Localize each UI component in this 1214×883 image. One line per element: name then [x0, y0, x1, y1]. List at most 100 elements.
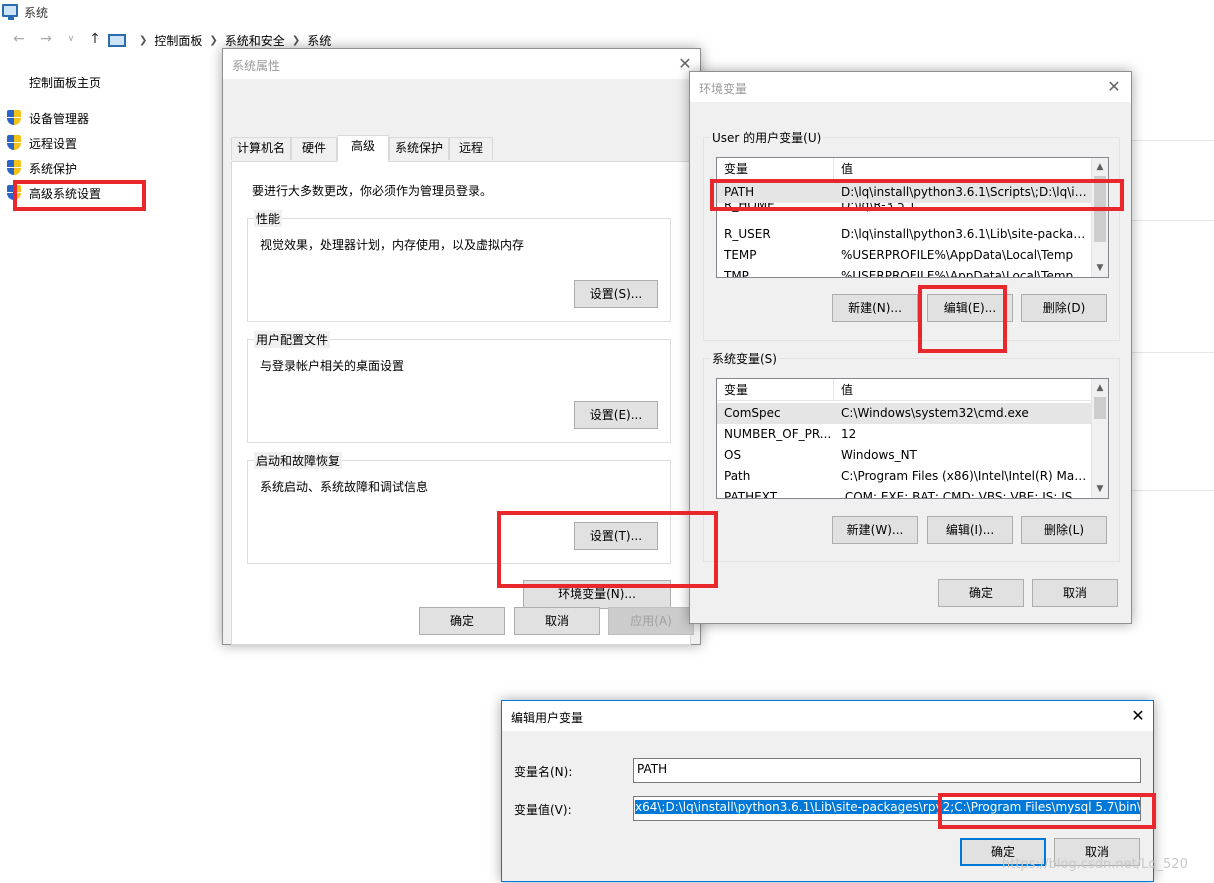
startup-recovery-group: 启动和故障恢复 系统启动、系统故障和调试信息 设置(T)...	[247, 452, 671, 564]
tab-remote[interactable]: 远程	[449, 137, 493, 160]
ok-button[interactable]: 确定	[938, 579, 1024, 607]
dialog-title: 编辑用户变量	[511, 711, 584, 725]
row-variable-value: .COM;.EXE;.BAT;.CMD;.VBS;.VBE;.JS;.JSE;.…	[841, 490, 1091, 499]
scroll-down-icon[interactable]: ▼	[1092, 481, 1108, 497]
nav-device-manager[interactable]: 设备管理器	[6, 108, 89, 128]
dialog-titlebar: 环境变量 ✕	[690, 72, 1131, 102]
performance-group: 性能 视觉效果，处理器计划，内存使用，以及虚拟内存 设置(S)...	[247, 210, 671, 322]
tab-hardware[interactable]: 硬件	[291, 137, 337, 160]
cancel-button[interactable]: 取消	[514, 607, 600, 635]
cancel-button[interactable]: 取消	[1032, 579, 1118, 607]
divider	[1132, 140, 1214, 141]
dialog-titlebar: 系统属性 ✕	[223, 49, 700, 79]
vertical-scrollbar[interactable]: ▲ ▼	[1091, 379, 1108, 498]
back-arrow-icon[interactable]: ←	[10, 30, 28, 48]
environment-variables-button[interactable]: 环境变量(N)...	[523, 580, 671, 609]
divider	[1132, 352, 1214, 353]
tab-computer-name[interactable]: 计算机名	[231, 137, 291, 160]
user-new-button[interactable]: 新建(N)...	[832, 294, 918, 322]
nav-remote-settings[interactable]: 远程设置	[6, 133, 77, 153]
system-variables-list[interactable]: 变量 值 ComSpec C:\Windows\system32\cmd.exe…	[716, 378, 1109, 499]
close-icon[interactable]: ✕	[1105, 78, 1123, 96]
breadcrumb-control-panel[interactable]: 控制面板	[154, 32, 202, 49]
tab-system-protection[interactable]: 系统保护	[389, 137, 449, 160]
column-header-variable[interactable]: 变量	[717, 158, 834, 179]
user-variables-list[interactable]: 变量 值 PATH D:\lq\install\python3.6.1\Scri…	[716, 157, 1109, 278]
computer-icon	[108, 33, 126, 47]
table-row[interactable]: R_USER D:\lq\install\python3.6.1\Lib\sit…	[717, 224, 1091, 245]
group-title: User 的用户变量(U)	[710, 129, 824, 146]
column-header-value[interactable]: 值	[834, 158, 1091, 179]
table-row[interactable]: ComSpec C:\Windows\system32\cmd.exe	[717, 403, 1091, 424]
shield-icon	[6, 160, 22, 176]
user-variables-group: User 的用户变量(U) 变量 值 PATH D:\lq\install\py…	[703, 129, 1120, 341]
control-panel-home-link[interactable]: 控制面板主页	[29, 74, 101, 91]
window-title: 系统	[24, 6, 49, 20]
column-header-variable[interactable]: 变量	[717, 379, 834, 400]
apply-button[interactable]: 应用(A)	[608, 607, 694, 635]
row-variable-name: OS	[724, 448, 742, 462]
breadcrumb: ❯ 控制面板 ❯ 系统和安全 ❯ 系统	[108, 30, 331, 50]
column-header-value[interactable]: 值	[834, 379, 1091, 400]
row-variable-name: Path	[724, 469, 751, 483]
row-variable-value: 12	[841, 427, 857, 441]
row-variable-name: PATH	[724, 185, 755, 199]
nav-system-protection[interactable]: 系统保护	[6, 158, 77, 178]
system-new-button[interactable]: 新建(W)...	[832, 516, 918, 544]
system-delete-button[interactable]: 删除(L)	[1021, 516, 1107, 544]
nav-label: 设备管理器	[29, 111, 90, 126]
table-row[interactable]: OS Windows_NT	[717, 445, 1091, 466]
system-variables-group: 系统变量(S) 变量 值 ComSpec C:\Windows\system32…	[703, 350, 1120, 562]
table-row[interactable]: R_HOME D:\lq\R-3.5.1	[717, 203, 1091, 214]
group-title: 启动和故障恢复	[254, 452, 343, 469]
variable-value-label: 变量值(V):	[514, 803, 572, 817]
table-row[interactable]: PATH D:\lq\install\python3.6.1\Scripts\;…	[717, 182, 1091, 203]
group-title: 性能	[254, 210, 283, 227]
performance-settings-button[interactable]: 设置(S)...	[574, 280, 658, 308]
nav-advanced-settings[interactable]: 高级系统设置	[6, 183, 101, 203]
system-edit-button[interactable]: 编辑(I)...	[927, 516, 1013, 544]
close-icon[interactable]: ✕	[1129, 707, 1147, 725]
table-row[interactable]: Path C:\Program Files (x86)\Intel\Intel(…	[717, 466, 1091, 487]
shield-icon	[6, 110, 22, 126]
group-description: 视觉效果，处理器计划，内存使用，以及虚拟内存	[260, 238, 525, 252]
user-profiles-settings-button[interactable]: 设置(E)...	[574, 401, 658, 429]
scroll-thumb[interactable]	[1094, 397, 1106, 419]
breadcrumb-system[interactable]: 系统	[307, 32, 331, 49]
table-row[interactable]: PATHEXT .COM;.EXE;.BAT;.CMD;.VBS;.VBE;.J…	[717, 487, 1091, 499]
table-row[interactable]: TMP %USERPROFILE%\AppData\Local\Temp	[717, 266, 1091, 277]
variable-name-field[interactable]: PATH	[633, 758, 1141, 783]
scroll-up-icon[interactable]: ▲	[1092, 380, 1108, 396]
edit-user-variable-dialog: 编辑用户变量 ✕ 变量名(N): PATH 变量值(V): x64\;D:\lq…	[501, 700, 1154, 882]
user-delete-button[interactable]: 删除(D)	[1021, 294, 1107, 322]
row-variable-value: Windows_NT	[841, 448, 917, 462]
forward-arrow-icon[interactable]: →	[37, 30, 55, 48]
admin-note: 要进行大多数更改，你必须作为管理员登录。	[252, 184, 493, 198]
user-edit-button[interactable]: 编辑(E)...	[927, 294, 1013, 322]
table-row[interactable]: TEMP %USERPROFILE%\AppData\Local\Temp	[717, 245, 1091, 266]
nav-label: 系统保护	[29, 161, 78, 176]
system-properties-dialog: 系统属性 ✕ 计算机名 硬件 高级 系统保护 远程 要进行大多数更改，你必须作为…	[222, 48, 701, 645]
scroll-down-icon[interactable]: ▼	[1092, 260, 1108, 276]
scroll-thumb[interactable]	[1094, 176, 1106, 242]
system-app-icon	[2, 4, 18, 20]
startup-settings-button[interactable]: 设置(T)...	[574, 522, 658, 550]
recent-chevron-icon[interactable]: ∨	[62, 30, 80, 48]
tab-advanced[interactable]: 高级	[337, 135, 389, 162]
group-title: 用户配置文件	[254, 331, 331, 348]
ok-button[interactable]: 确定	[419, 607, 505, 635]
row-variable-name: NUMBER_OF_PR...	[724, 427, 832, 441]
list-header: 变量 值	[717, 379, 1091, 401]
shield-icon	[6, 135, 22, 151]
breadcrumb-system-security[interactable]: 系统和安全	[225, 32, 285, 49]
dialog-title: 环境变量	[699, 82, 748, 96]
row-variable-value: %USERPROFILE%\AppData\Local\Temp	[841, 248, 1074, 262]
variable-value-field[interactable]: x64\;D:\lq\install\python3.6.1\Lib\site-…	[633, 796, 1141, 821]
watermark-text: https://blog.csdn.net/Lq_520	[1002, 857, 1188, 872]
scroll-up-icon[interactable]: ▲	[1092, 159, 1108, 175]
table-row[interactable]: NUMBER_OF_PR... 12	[717, 424, 1091, 445]
up-arrow-icon[interactable]: ↑	[86, 30, 104, 48]
vertical-scrollbar[interactable]: ▲ ▼	[1091, 158, 1108, 277]
window-titlebar: 系统	[0, 0, 1214, 26]
nav-label: 远程设置	[29, 136, 78, 151]
